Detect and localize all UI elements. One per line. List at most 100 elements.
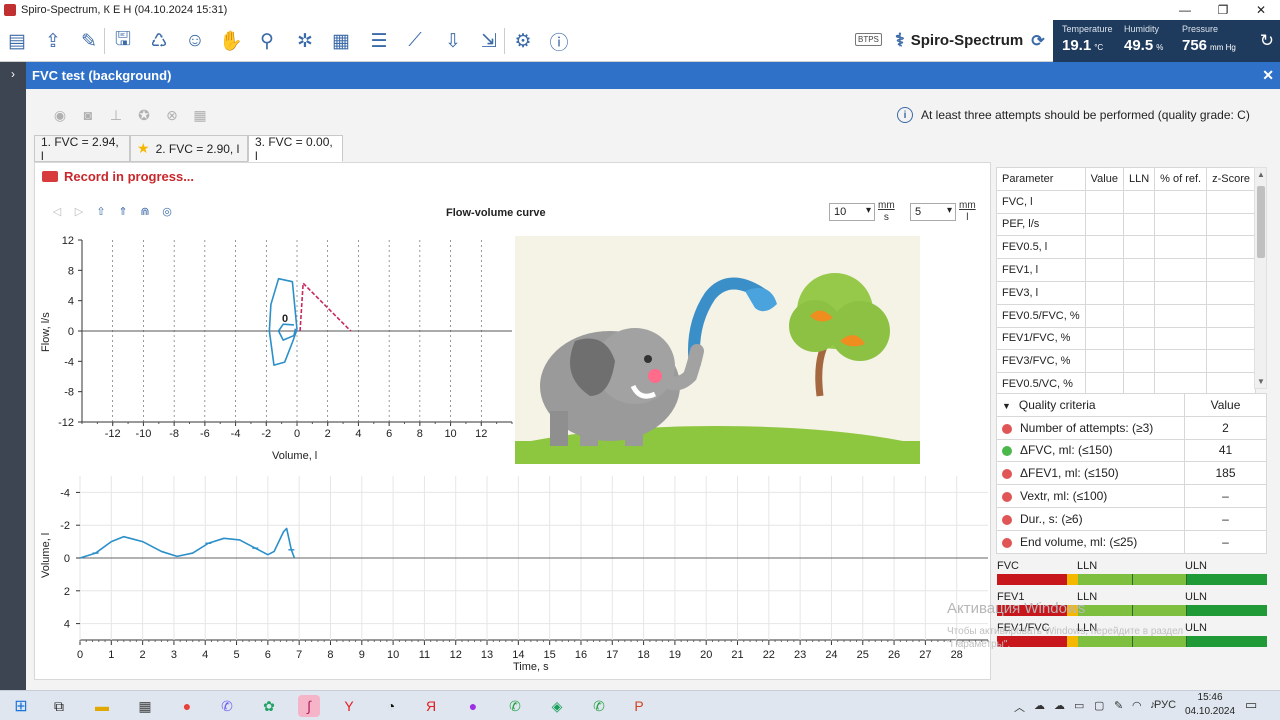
refresh-weather-icon[interactable]: ↻ (1260, 31, 1274, 51)
close-test-icon[interactable]: ✕ (1262, 67, 1274, 84)
delete-attempt-icon[interactable]: ⊗ (158, 106, 186, 124)
prev-icon[interactable]: ◁ (46, 205, 68, 218)
product-logo: ⚕ Spiro-Spectrum ⟳ (895, 30, 1045, 51)
predicted-curve (299, 282, 352, 332)
temperature-cell: Temperature 19.1 °C (1062, 24, 1113, 54)
param-header-cell[interactable]: % of ref. (1154, 167, 1208, 191)
tab-attempt-3[interactable]: 3. FVC = 0.00, l (248, 135, 343, 163)
record-icon[interactable]: ◉ (46, 106, 74, 124)
arrow-up-icon[interactable]: ⇧ (90, 205, 112, 218)
app-teal-icon[interactable]: ◈ (546, 695, 568, 717)
table-row[interactable]: FEV3, l (996, 280, 1257, 305)
param-value-cell (1154, 235, 1208, 260)
tab-attempt-1[interactable]: 1. FVC = 2.94, l (34, 135, 130, 163)
viber-icon[interactable]: ✆ (216, 695, 238, 717)
flow-x-tick-label: 4 (355, 428, 361, 440)
maximize-button[interactable]: ❐ (1204, 0, 1242, 20)
table-row[interactable]: FEV1, l (996, 258, 1257, 282)
collapse-icon[interactable]: ▼ (1002, 401, 1011, 411)
flow-x-tick-label: 8 (417, 428, 423, 440)
clock[interactable]: 15:46 04.10.2024 (1185, 691, 1235, 719)
param-header-cell[interactable]: z-Score (1206, 167, 1257, 191)
bar-name: FVC (997, 560, 1019, 572)
info-icon[interactable]: ⓘ (544, 26, 574, 56)
document-icon[interactable]: ☰ (364, 26, 394, 56)
quality-header-label[interactable]: ▼ Quality criteria (996, 393, 1185, 417)
wifi-icon[interactable]: ◠ (1132, 699, 1142, 712)
sync-icon[interactable]: ⟳ (1031, 31, 1044, 51)
file-explorer-icon[interactable]: ▬ (91, 695, 113, 717)
notifications-icon[interactable]: ▭ (1245, 697, 1257, 713)
yandex-alt-icon[interactable]: Я (420, 695, 442, 717)
export-icon[interactable]: ⇲ (474, 26, 504, 56)
peak-icon[interactable]: ⋒ (134, 205, 156, 218)
whatsapp-alt-icon[interactable]: ✆ (588, 695, 610, 717)
cloud-alt-icon[interactable]: ☁ (1054, 699, 1065, 712)
param-name-cell: FEV1/FVC, % (996, 326, 1086, 351)
tray-chevron-icon[interactable]: ︿ (1014, 699, 1025, 715)
gear-icon[interactable]: ⚙ (508, 26, 538, 56)
cloud-icon[interactable]: ☁ (1034, 699, 1045, 712)
time-x-tick-label: 7 (296, 649, 302, 661)
param-header-cell[interactable]: Parameter (996, 167, 1086, 191)
display-icon[interactable]: ▢ (1094, 699, 1104, 712)
graph-icon[interactable]: ⟋ (400, 26, 430, 56)
param-name-cell: PEF, l/s (996, 212, 1086, 237)
alice-icon[interactable]: ● (462, 695, 484, 717)
battery-icon[interactable]: ▭ (1074, 699, 1084, 712)
table-icon[interactable]: ▦ (186, 106, 214, 124)
param-name-cell: FEV3/FVC, % (996, 349, 1086, 374)
next-icon[interactable]: ▷ (68, 205, 90, 218)
yandex-icon[interactable]: Y (338, 695, 360, 717)
test-icon[interactable]: ✋ (216, 26, 246, 56)
windows-start-icon[interactable]: ⊞ (10, 695, 32, 717)
scale-select-time[interactable]: 10 (829, 203, 875, 221)
close-window-button[interactable]: ✕ (1242, 0, 1280, 20)
lln-label: LLN (1077, 560, 1098, 572)
save-icon[interactable]: 🖫 (108, 26, 138, 56)
info-circle-icon: i (897, 107, 913, 123)
whatsapp-icon[interactable]: ✆ (504, 695, 526, 717)
yandex-browser-icon[interactable]: ● (176, 695, 198, 717)
app-green-icon[interactable]: ✿ (258, 695, 280, 717)
flow-x-tick-label: -6 (200, 428, 210, 440)
scale-select-volume[interactable]: 5 (910, 203, 956, 221)
chest-icon[interactable]: ⚲ (252, 26, 282, 56)
pen-icon[interactable]: ✎ (1114, 699, 1123, 712)
table-row[interactable]: FEV0.5/FVC, % (996, 303, 1257, 328)
status-dot-icon (1002, 469, 1012, 480)
table-row[interactable]: FEV1/FVC, % (996, 326, 1257, 351)
app-dark-icon[interactable]: ◔ (380, 695, 402, 717)
param-header-cell[interactable]: LLN (1122, 167, 1156, 191)
param-value-cell (1084, 303, 1124, 328)
fan-icon[interactable]: ✲ (290, 26, 320, 56)
download-icon[interactable]: ⇩ (438, 26, 468, 56)
record-status: Record in progress... (42, 169, 194, 184)
language-indicator[interactable]: РУС (1154, 699, 1176, 711)
task-view-icon[interactable]: ⧉ (48, 695, 70, 717)
report-icon[interactable]: ▦ (326, 26, 356, 56)
param-header-cell[interactable]: Value (1084, 167, 1124, 191)
side-expander[interactable]: › (0, 62, 26, 690)
arrow-up-alt-icon[interactable]: ⇑ (112, 205, 134, 218)
spiro-spectrum-task-icon[interactable]: ∫ (298, 695, 320, 717)
param-scrollbar[interactable]: ▲ ▼ (1254, 167, 1267, 389)
table-row[interactable]: FEV3/FVC, % (996, 349, 1257, 374)
eye-icon[interactable]: ◎ (156, 205, 178, 218)
calendar-icon[interactable]: ▦ (134, 695, 156, 717)
lungs-icon[interactable]: ♺ (144, 26, 174, 56)
powerpoint-icon[interactable]: P (628, 695, 650, 717)
minimize-button[interactable]: — (1166, 0, 1204, 20)
table-row[interactable]: FVC, l (996, 189, 1257, 214)
table-row[interactable]: PEF, l/s (996, 212, 1257, 237)
calibrate-icon[interactable]: ✎ (74, 26, 104, 56)
best-attempt-icon[interactable]: ✪ (130, 106, 158, 124)
table-row[interactable]: FEV0.5, l (996, 235, 1257, 260)
btps-badge[interactable]: BTPS (855, 33, 882, 46)
patient-card-icon[interactable]: ▤ (2, 26, 32, 56)
upload-icon[interactable]: ⇪ (38, 26, 68, 56)
stop-icon[interactable]: ◙ (74, 106, 102, 124)
tab-attempt-2[interactable]: ★ 2. FVC = 2.90, l (130, 135, 248, 162)
baseline-icon[interactable]: ⊥ (102, 106, 130, 124)
head-breath-icon[interactable]: ☺ (180, 26, 210, 56)
